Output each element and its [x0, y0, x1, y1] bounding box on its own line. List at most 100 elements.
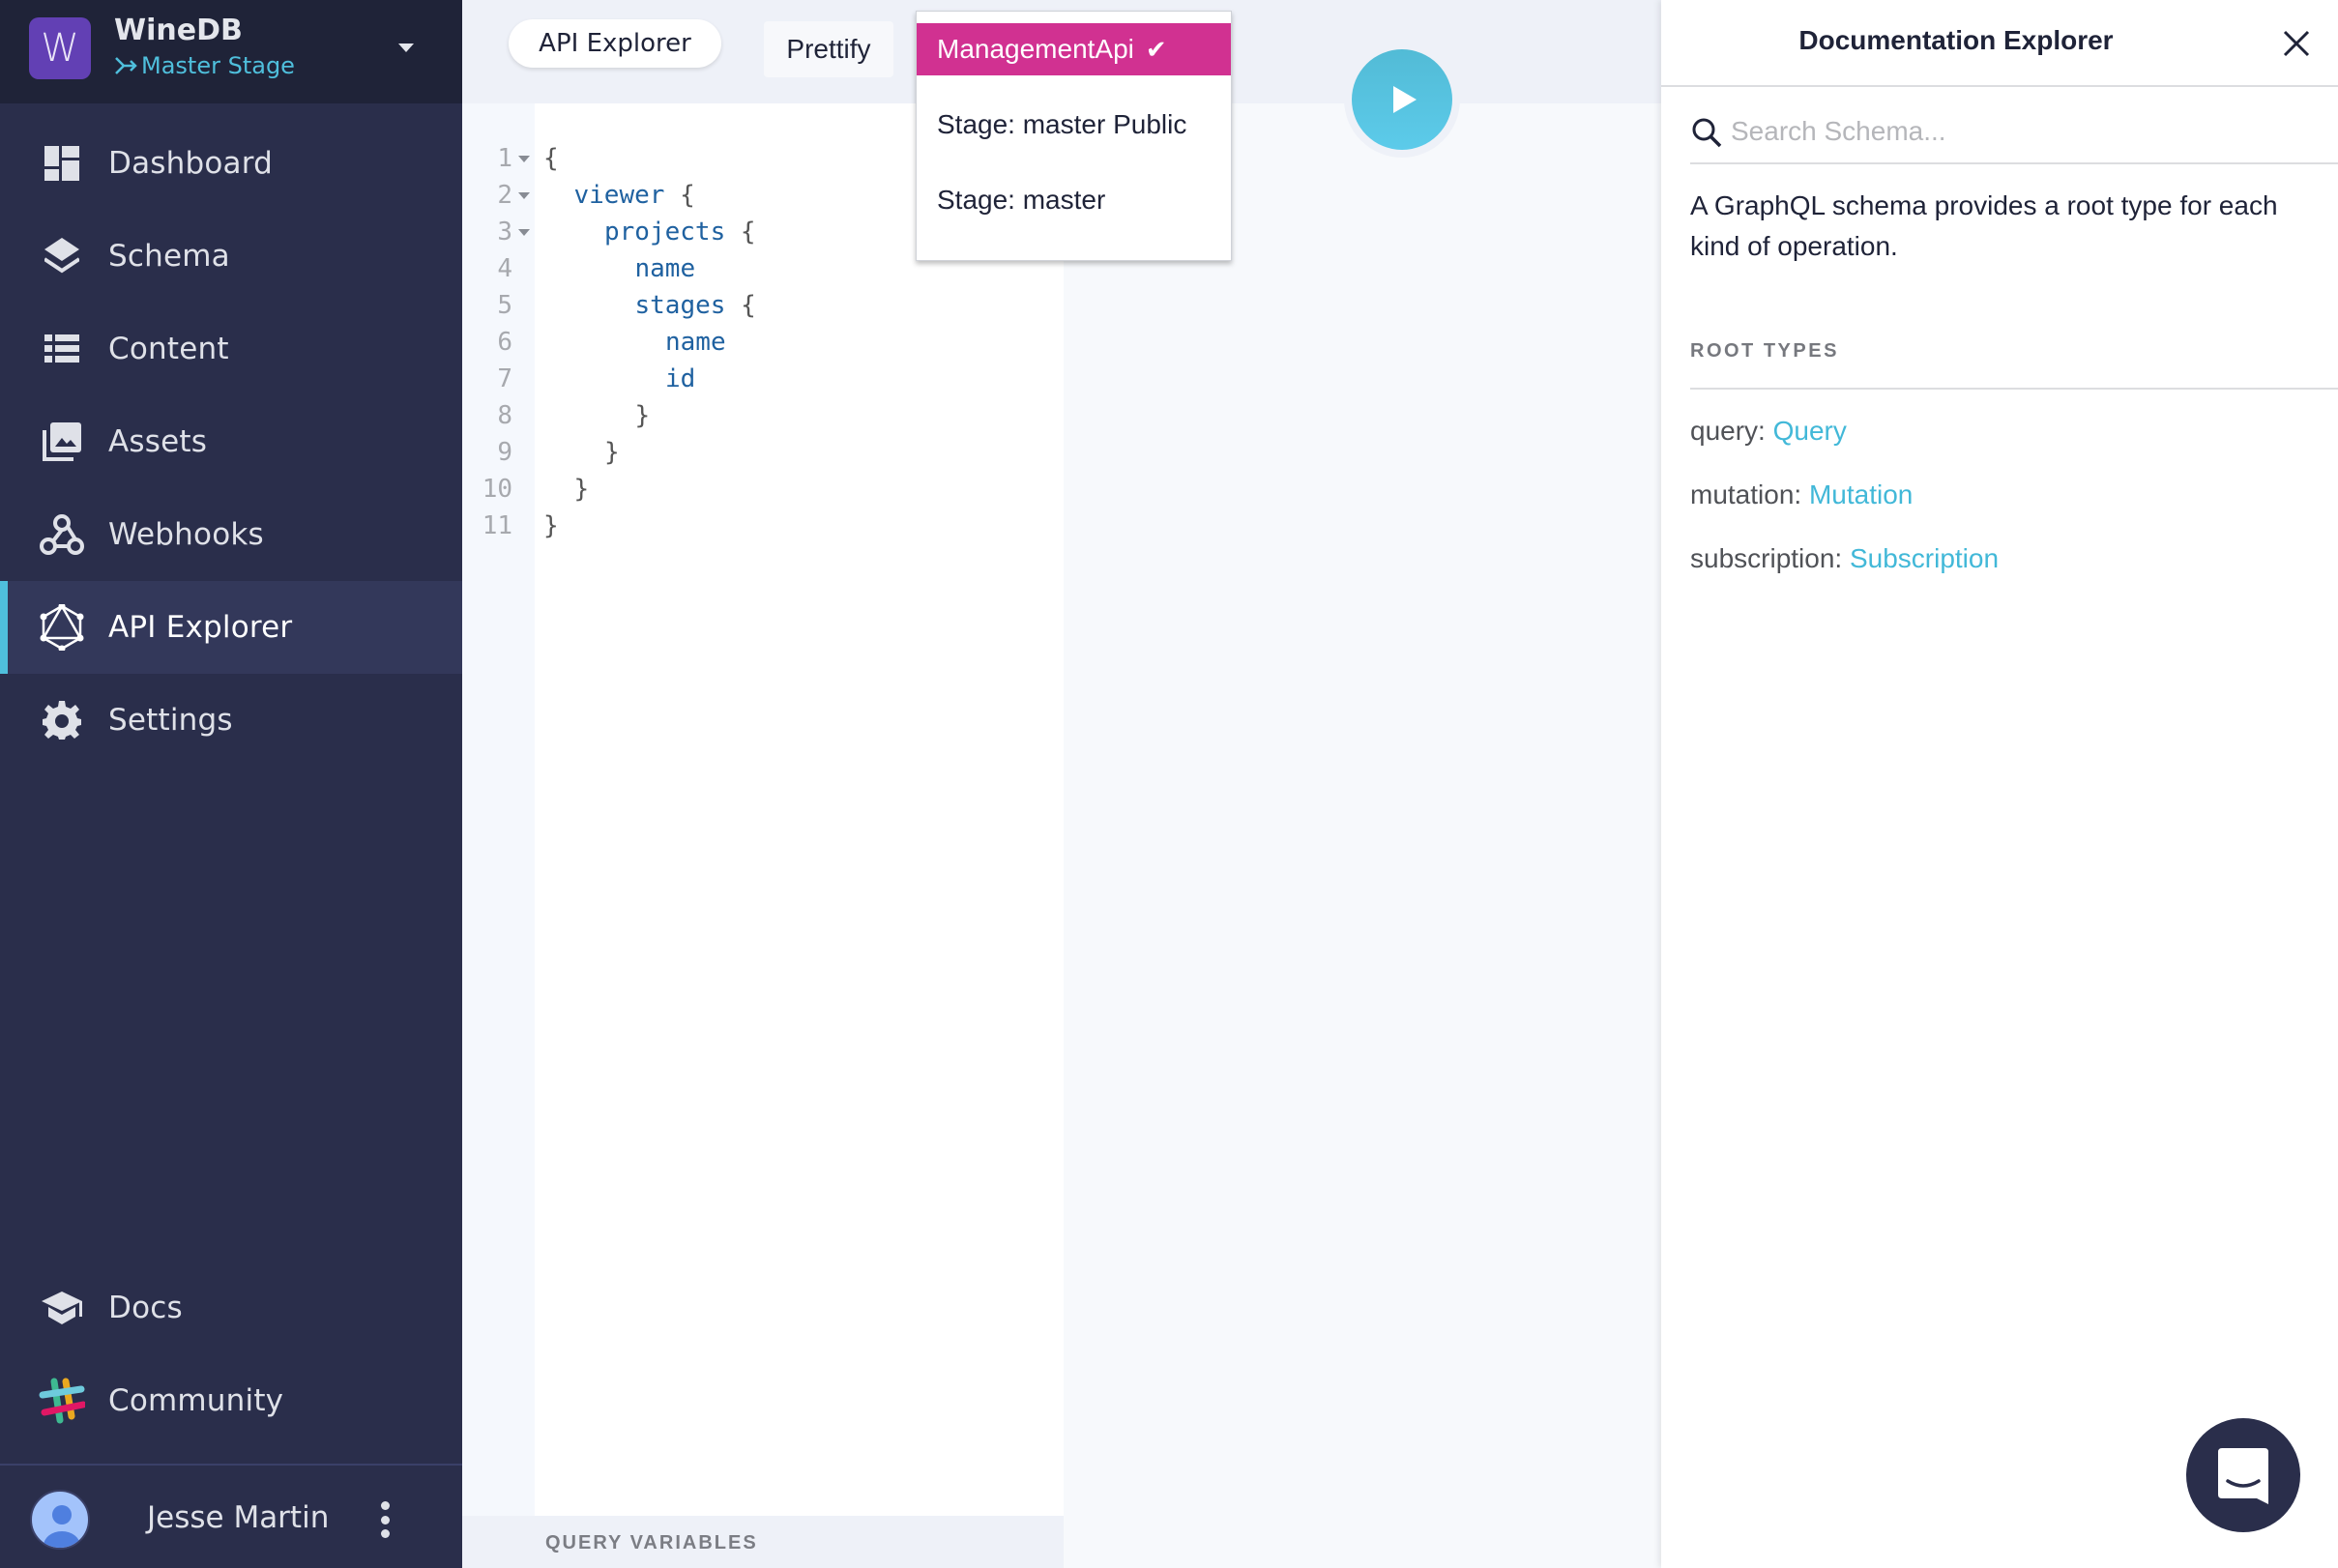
project-logo: W	[29, 17, 91, 79]
sidebar: W WineDB Master Stage Dashboard Schema Con…	[0, 0, 462, 1568]
sidebar-item-content[interactable]: Content	[0, 303, 462, 395]
prettify-button[interactable]: Prettify	[764, 21, 893, 77]
code-field: stages	[634, 291, 726, 320]
root-type-link[interactable]: Subscription	[1850, 543, 1999, 573]
code-line[interactable]: 6 name	[462, 324, 1062, 361]
user-name: Jesse Martin	[147, 1500, 330, 1535]
chat-icon	[2218, 1448, 2268, 1504]
line-number: 7	[497, 364, 512, 393]
query-variables-bar[interactable]: QUERY VARIABLES	[462, 1516, 1064, 1568]
root-type-row: subscription: Subscription	[1690, 543, 1999, 574]
run-query-button[interactable]	[1352, 49, 1452, 150]
sidebar-item-schema[interactable]: Schema	[0, 210, 462, 303]
sidebar-item-label: Webhooks	[108, 517, 264, 552]
root-type-link[interactable]: Query	[1773, 416, 1847, 446]
root-types-divider	[1690, 388, 2338, 390]
code-punctuation: }	[543, 511, 559, 540]
line-number: 1	[497, 144, 512, 173]
line-number: 6	[497, 328, 512, 357]
code-line[interactable]: 9}	[462, 434, 1062, 471]
sidebar-item-webhooks[interactable]: Webhooks	[0, 488, 462, 581]
layers-icon	[39, 233, 85, 279]
root-type-row: mutation: Mutation	[1690, 479, 1913, 510]
more-vertical-icon[interactable]	[375, 1501, 395, 1538]
schema-search	[1690, 101, 2338, 164]
sidebar-item-api-explorer[interactable]: API Explorer	[0, 581, 462, 674]
code-field: name	[634, 254, 696, 283]
code-line[interactable]: 8}	[462, 397, 1062, 434]
sidebar-item-community[interactable]: Community	[0, 1354, 462, 1447]
sidebar-divider	[0, 1464, 462, 1466]
sidebar-item-docs[interactable]: Docs	[0, 1262, 462, 1354]
endpoint-option[interactable]: ManagementApi ✔	[917, 23, 1231, 75]
graphql-icon	[39, 604, 85, 651]
docs-header-divider	[1661, 85, 2338, 87]
project-header[interactable]: W WineDB Master Stage	[0, 0, 462, 103]
results-pane	[1064, 103, 1661, 1568]
sidebar-item-assets[interactable]: Assets	[0, 395, 462, 488]
merge-arrow-icon	[115, 57, 137, 74]
code-text: }	[635, 397, 651, 434]
fold-arrow-icon[interactable]	[518, 229, 530, 236]
endpoint-option-label: Stage: master Public	[937, 109, 1187, 139]
sidebar-item-label: Community	[108, 1383, 284, 1418]
code-punctuation: }	[634, 401, 651, 430]
line-number: 11	[482, 511, 512, 540]
close-icon[interactable]	[2280, 27, 2313, 60]
line-number: 9	[497, 438, 512, 467]
webhook-icon	[39, 511, 85, 558]
code-text: projects {	[604, 214, 756, 250]
project-stage-label: Master Stage	[141, 52, 295, 79]
list-icon	[39, 326, 85, 372]
code-line[interactable]: 7 id	[462, 361, 1062, 397]
root-type-row: query: Query	[1690, 416, 1847, 447]
code-text: {	[543, 140, 559, 177]
user-icon	[44, 1505, 80, 1548]
sidebar-item-label: Assets	[108, 424, 208, 459]
line-number: 4	[497, 254, 512, 283]
code-line[interactable]: 11}	[462, 508, 1062, 544]
code-punctuation: {	[725, 291, 756, 320]
code-punctuation: {	[725, 218, 756, 247]
line-number: 5	[497, 291, 512, 320]
sidebar-item-label: Docs	[108, 1291, 183, 1325]
code-text: name	[665, 324, 726, 361]
endpoint-option[interactable]: Stage: master Public	[917, 99, 1231, 151]
tab-api-explorer[interactable]: API Explorer	[509, 19, 721, 68]
documentation-explorer: Documentation Explorer A GraphQL schema …	[1661, 0, 2338, 1568]
search-input[interactable]	[1731, 108, 2311, 155]
caret-down-icon[interactable]	[398, 44, 414, 52]
code-line[interactable]: 5 stages {	[462, 287, 1062, 324]
endpoint-option[interactable]: Stage: master	[917, 174, 1231, 226]
code-punctuation: }	[573, 475, 590, 504]
chat-launcher-button[interactable]	[2186, 1418, 2300, 1532]
code-punctuation: {	[664, 181, 695, 210]
code-line[interactable]: 10}	[462, 471, 1062, 508]
sidebar-item-dashboard[interactable]: Dashboard	[0, 117, 462, 210]
code-text: id	[665, 361, 695, 397]
play-icon	[1393, 86, 1417, 113]
search-icon	[1692, 118, 1722, 148]
project-name: WineDB	[114, 14, 243, 47]
avatar[interactable]	[30, 1490, 90, 1550]
code-text: }	[543, 508, 559, 544]
fold-arrow-icon[interactable]	[518, 156, 530, 162]
code-text: name	[635, 250, 696, 287]
line-number: 8	[497, 401, 512, 430]
endpoint-option-label: ManagementApi	[937, 34, 1134, 64]
fold-arrow-icon[interactable]	[518, 192, 530, 199]
code-field: projects	[604, 218, 726, 247]
dashboard-icon	[39, 140, 85, 187]
root-type-link[interactable]: Mutation	[1809, 479, 1913, 509]
sidebar-item-label: API Explorer	[108, 610, 293, 645]
code-text: }	[604, 434, 620, 471]
sidebar-item-settings[interactable]: Settings	[0, 674, 462, 767]
code-field: viewer	[573, 181, 665, 210]
line-number: 10	[482, 475, 512, 504]
sidebar-item-label: Content	[108, 332, 229, 366]
root-type-field: query:	[1690, 416, 1773, 446]
sidebar-item-label: Schema	[108, 239, 230, 274]
sidebar-item-label: Settings	[108, 703, 233, 738]
root-types-heading: ROOT TYPES	[1690, 340, 1839, 362]
endpoint-dropdown: ManagementApi ✔ Stage: master Public Stage:…	[916, 11, 1232, 261]
